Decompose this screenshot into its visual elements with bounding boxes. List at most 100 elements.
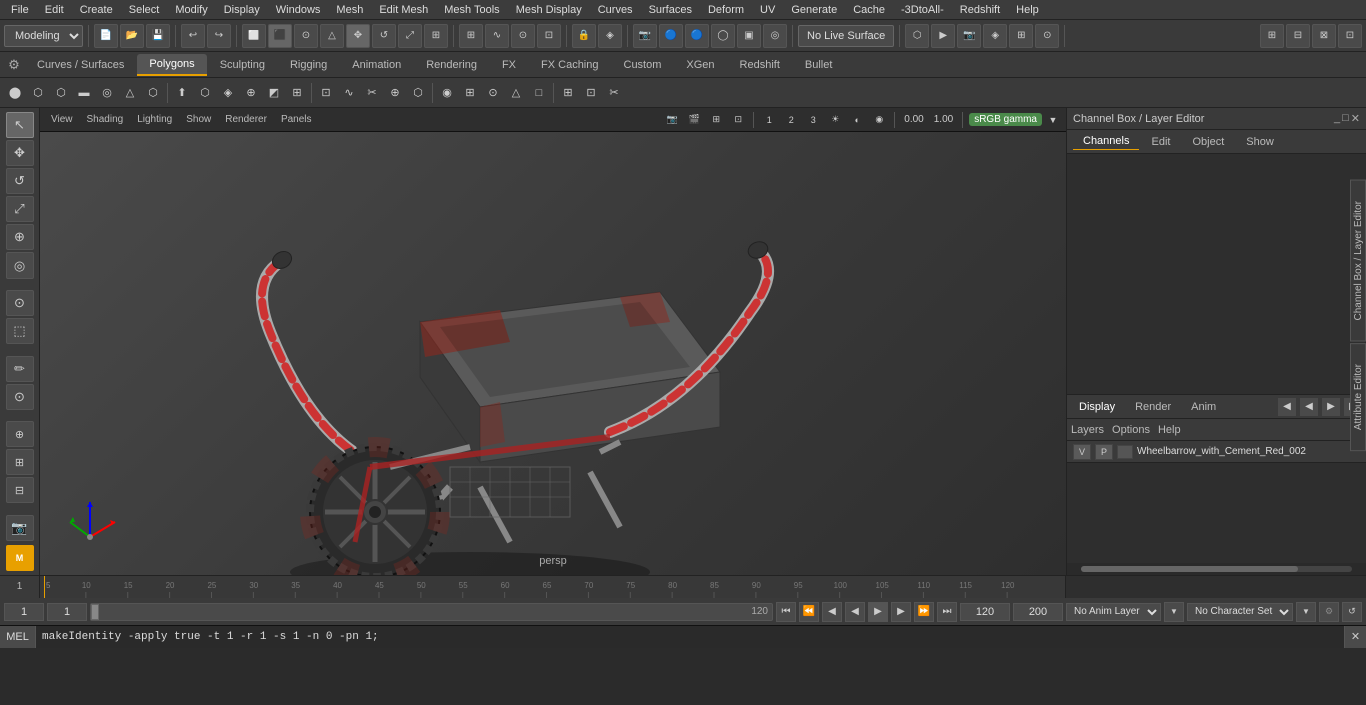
poly-plane-btn[interactable]: ▬ — [73, 82, 95, 104]
menu-surfaces[interactable]: Surfaces — [642, 2, 699, 18]
paint-tool-btn[interactable]: ✏ — [6, 356, 34, 382]
live-surface-btn[interactable]: No Live Surface — [798, 25, 894, 47]
tab-rendering[interactable]: Rendering — [414, 54, 489, 76]
new-file-btn[interactable]: 📄 — [94, 24, 118, 48]
snap-point-btn[interactable]: ⊙ — [511, 24, 535, 48]
merge-btn[interactable]: ⊕ — [240, 82, 262, 104]
layer-scroll-thumb[interactable] — [1081, 566, 1298, 572]
menu-redshift[interactable]: Redshift — [953, 2, 1007, 18]
range-start-input[interactable] — [960, 603, 1010, 621]
vp-smooth1-btn[interactable]: 1 — [760, 111, 778, 129]
play-fwd-btn[interactable]: ▶ — [868, 602, 888, 622]
select-all-btn[interactable]: ⬜ — [242, 24, 266, 48]
tab-curves-surfaces[interactable]: Curves / Surfaces — [25, 54, 136, 76]
vp-grid-btn[interactable]: ⊞ — [707, 111, 725, 129]
menu-modify[interactable]: Modify — [168, 2, 214, 18]
next-key-btn[interactable]: ▶ — [891, 602, 911, 622]
open-file-btn[interactable]: 📂 — [120, 24, 144, 48]
camera-btn[interactable]: 📷 — [633, 24, 657, 48]
region-select-btn[interactable]: ⬚ — [6, 318, 34, 344]
menu-display[interactable]: Display — [217, 2, 267, 18]
append-btn[interactable]: ⊞ — [286, 82, 308, 104]
menu-cache[interactable]: Cache — [846, 2, 892, 18]
uv-cut-btn[interactable]: ✂ — [603, 82, 625, 104]
prev-key-btn[interactable]: ◀ — [822, 602, 842, 622]
layer-down-btn[interactable]: ◀ — [1300, 398, 1318, 416]
help-label[interactable]: Help — [1158, 424, 1181, 436]
tab-animation[interactable]: Animation — [340, 54, 413, 76]
menu-mesh[interactable]: Mesh — [329, 2, 370, 18]
layer-scroll-track[interactable] — [1081, 566, 1352, 572]
undo-btn[interactable]: ↩ — [181, 24, 205, 48]
cb-float-btn[interactable]: □ — [1342, 112, 1349, 125]
layer-up-btn[interactable]: ◀ — [1278, 398, 1296, 416]
menu-uv[interactable]: UV — [753, 2, 782, 18]
show-manip-btn[interactable]: ⊙ — [6, 290, 34, 316]
triangulate-btn[interactable]: △ — [505, 82, 527, 104]
settings-btn1[interactable]: ⊞ — [1260, 24, 1284, 48]
paint-btn[interactable]: △ — [320, 24, 344, 48]
cleanup-btn[interactable]: ⊙ — [482, 82, 504, 104]
menu-deform[interactable]: Deform — [701, 2, 751, 18]
menu-edit-mesh[interactable]: Edit Mesh — [372, 2, 435, 18]
settings-btn4[interactable]: ⊡ — [1338, 24, 1362, 48]
vp-smooth3-btn[interactable]: 3 — [804, 111, 822, 129]
settings-btn2[interactable]: ⊟ — [1286, 24, 1310, 48]
render-btn3[interactable]: ◯ — [711, 24, 735, 48]
transform-btn[interactable]: ⊞ — [424, 24, 448, 48]
anim-layer-menu-btn[interactable]: ▼ — [1164, 602, 1184, 622]
select-obj-btn[interactable]: ⬛ — [268, 24, 292, 48]
play-back-btn[interactable]: ◀ — [845, 602, 865, 622]
vp-shadow-btn[interactable]: ◐ — [848, 111, 866, 129]
quadrangulate-btn[interactable]: □ — [528, 82, 550, 104]
auto-key-btn[interactable]: ⚙ — [1319, 602, 1339, 622]
rigging-btn[interactable]: ⊙ — [1035, 24, 1059, 48]
vp-panels-menu[interactable]: Panels — [276, 113, 317, 126]
lock-btn[interactable]: 🔒 — [572, 24, 596, 48]
command-input[interactable] — [36, 626, 1344, 648]
highlight-btn[interactable]: ◈ — [598, 24, 622, 48]
settings-btn3[interactable]: ⊠ — [1312, 24, 1336, 48]
layer-scrollbar[interactable] — [1067, 563, 1366, 575]
vp-show-menu[interactable]: Show — [181, 113, 216, 126]
uv-map-btn[interactable]: ⊡ — [580, 82, 602, 104]
tab-bullet[interactable]: Bullet — [793, 54, 845, 76]
layer-tab-anim[interactable]: Anim — [1183, 399, 1224, 415]
vp-ao-btn[interactable]: ◉ — [870, 111, 888, 129]
vp-renderer-menu[interactable]: Renderer — [220, 113, 272, 126]
save-file-btn[interactable]: 💾 — [146, 24, 170, 48]
channel-box-side-tab[interactable]: Channel Box / Layer Editor — [1350, 180, 1366, 342]
uv-unfold-btn[interactable]: ⊞ — [557, 82, 579, 104]
layer-p-btn[interactable]: P — [1095, 444, 1113, 460]
options-label[interactable]: Options — [1112, 424, 1150, 436]
plus-x-btn[interactable]: ⊞ — [6, 449, 34, 475]
cb-tab-object[interactable]: Object — [1182, 134, 1234, 150]
tab-custom[interactable]: Custom — [612, 54, 674, 76]
move-tool-btn[interactable]: ✥ — [6, 140, 34, 166]
poly-cone-btn[interactable]: △ — [119, 82, 141, 104]
offset-btn[interactable]: ⬡ — [407, 82, 429, 104]
cb-minimize-btn[interactable]: _ — [1334, 112, 1340, 125]
render-btn5[interactable]: ◎ — [763, 24, 787, 48]
smooth-btn[interactable]: ◉ — [436, 82, 458, 104]
tab-sculpting[interactable]: Sculpting — [208, 54, 277, 76]
mel-label[interactable]: MEL — [0, 626, 36, 648]
bevel-btn[interactable]: ◈ — [217, 82, 239, 104]
tab-fx-caching[interactable]: FX Caching — [529, 54, 610, 76]
remesh-btn[interactable]: ⊞ — [459, 82, 481, 104]
color-space-btn[interactable]: sRGB gamma — [969, 113, 1042, 126]
vp-color-space-arrow[interactable]: ▼ — [1046, 109, 1060, 131]
hyp-shade-btn[interactable]: ◈ — [983, 24, 1007, 48]
poly-sphere-btn[interactable]: ⬤ — [4, 82, 26, 104]
universal-manip-btn[interactable]: ⊕ — [6, 224, 34, 250]
vp-lighting-menu[interactable]: Lighting — [132, 113, 177, 126]
range-end-input[interactable] — [1013, 603, 1063, 621]
start-frame-input[interactable] — [47, 603, 87, 621]
viewport-canvas[interactable]: persp — [40, 132, 1066, 575]
menu-edit[interactable]: Edit — [38, 2, 71, 18]
current-frame-input[interactable] — [4, 603, 44, 621]
menu-mesh-tools[interactable]: Mesh Tools — [437, 2, 506, 18]
cb-tab-edit[interactable]: Edit — [1141, 134, 1180, 150]
menu-mesh-display[interactable]: Mesh Display — [509, 2, 589, 18]
vp-film-btn[interactable]: 🎬 — [685, 111, 703, 129]
